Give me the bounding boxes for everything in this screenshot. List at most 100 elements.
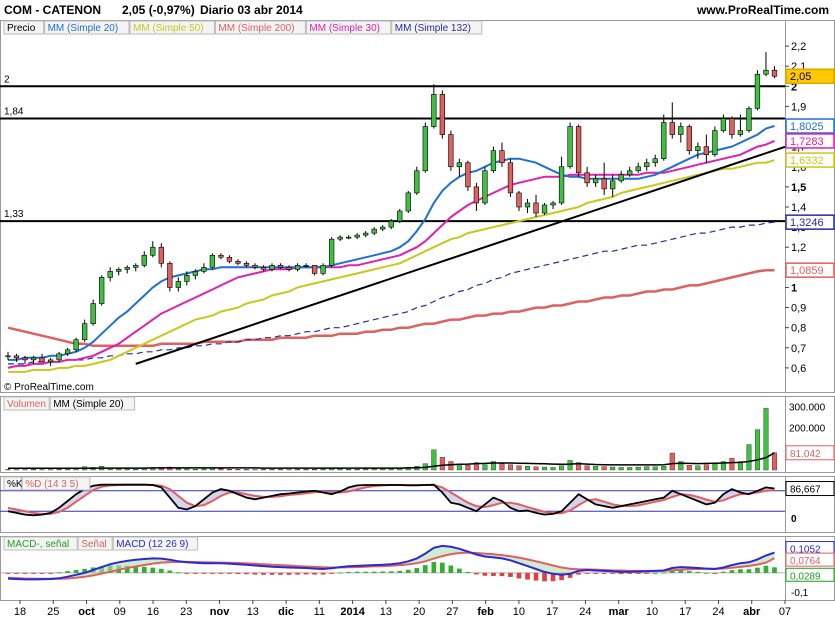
macd-histogram-bar xyxy=(329,572,334,574)
candle-body xyxy=(388,220,394,228)
price-axis-label: 1,2 xyxy=(791,242,806,254)
candle-body xyxy=(56,353,62,361)
macd-histogram-bar xyxy=(141,566,147,573)
price-axis-label: 1,5 xyxy=(791,182,806,194)
candle-body xyxy=(490,150,497,172)
candle-body xyxy=(209,254,216,268)
candle-body xyxy=(39,357,45,363)
candle-body xyxy=(30,357,37,361)
volume-bar xyxy=(601,466,607,471)
candle-body xyxy=(686,126,692,151)
candle-body xyxy=(541,204,548,214)
macd-histogram-bar xyxy=(448,565,454,573)
volume-bar xyxy=(669,452,675,471)
macd-histogram-bar xyxy=(644,572,650,574)
candle-body xyxy=(64,349,71,355)
candle-body xyxy=(746,108,752,131)
volume-bar xyxy=(754,429,760,471)
x-axis-label: 27 xyxy=(446,606,458,618)
volume-bar xyxy=(448,461,454,471)
volume-bar xyxy=(542,466,548,471)
x-axis-label: feb xyxy=(477,606,494,618)
x-axis-label: mar xyxy=(609,606,630,618)
volume-bar xyxy=(243,469,249,471)
candle-body xyxy=(218,254,224,258)
x-axis-label: oct xyxy=(78,606,95,618)
volume-value-label: 81.042 xyxy=(790,449,821,460)
x-axis-label: 10 xyxy=(513,606,525,618)
candle-body xyxy=(124,267,130,270)
candle-body xyxy=(150,246,156,256)
macd-histogram-bar xyxy=(150,567,156,573)
macd-histogram-bar xyxy=(431,562,437,573)
candle-body xyxy=(320,265,326,274)
candle-body xyxy=(712,130,718,155)
indicator-tab-label: MM (Simple 30) xyxy=(309,23,380,34)
candle-body xyxy=(703,146,709,155)
x-axis-label: 23 xyxy=(180,606,192,618)
x-axis-label: nov xyxy=(210,606,230,618)
macd-histogram-bar xyxy=(73,569,79,573)
candle-body xyxy=(73,339,79,351)
volume-bar xyxy=(746,444,752,471)
indicator-tab-label: Precio xyxy=(7,23,36,34)
volume-bar xyxy=(644,466,650,471)
macd-histogram-bar xyxy=(618,572,624,575)
macd-histogram-bar xyxy=(337,572,343,574)
x-axis-label: 13 xyxy=(380,606,392,618)
price-axis-label: 1,9 xyxy=(791,101,806,113)
volume-bar xyxy=(516,465,522,471)
macd-histogram-bar xyxy=(533,572,539,581)
x-axis-label: 13 xyxy=(247,606,259,618)
candle-body xyxy=(644,162,650,168)
candle-body xyxy=(652,158,658,164)
candle-body xyxy=(695,146,701,151)
copyright-notice: © ProRealTime.com xyxy=(4,382,94,393)
x-axis-label: 17 xyxy=(679,606,691,618)
candle-body xyxy=(252,265,258,268)
macd-histogram-bar xyxy=(465,571,471,573)
volume-bar xyxy=(354,468,360,471)
macd-histogram-bar xyxy=(499,572,505,577)
macd-histogram-bar xyxy=(269,572,275,575)
candle-body xyxy=(269,265,275,270)
value-label: 1,8025 xyxy=(790,121,824,133)
volume-bar xyxy=(661,466,667,471)
macd-histogram-bar xyxy=(31,572,36,574)
macd-histogram-bar xyxy=(346,571,352,573)
candle-body xyxy=(158,246,164,264)
macd-histogram-bar xyxy=(39,572,45,574)
volume-tab-label: Volumen xyxy=(7,399,46,410)
macd-histogram-bar xyxy=(422,565,428,573)
candle-body xyxy=(363,232,369,236)
candle-body xyxy=(524,202,531,208)
macd-histogram-bar xyxy=(712,572,718,574)
candle-body xyxy=(729,118,735,135)
macd-histogram-bar xyxy=(193,572,198,574)
macd-histogram-bar xyxy=(405,569,411,573)
volume-axis-label: 200.000 xyxy=(789,424,826,435)
macd-histogram-bar xyxy=(738,569,743,573)
candle-body xyxy=(763,69,769,75)
macd-histogram-bar xyxy=(704,572,709,574)
macd-histogram-bar xyxy=(763,565,769,573)
chart-canvas[interactable]: 2,22,121,91,81,71,61,51,41,31,21,110,90,… xyxy=(0,0,835,620)
x-axis-label: 20 xyxy=(413,606,425,618)
volume-bar xyxy=(525,466,530,471)
macd-histogram-bar xyxy=(729,570,735,573)
macd-histogram-bar xyxy=(627,572,633,574)
candle-body xyxy=(601,178,607,190)
volume-bar xyxy=(235,469,241,471)
volume-bar xyxy=(652,466,658,471)
value-label: 1,7283 xyxy=(790,136,824,148)
macd-histogram-bar xyxy=(439,562,445,573)
candle-body xyxy=(618,174,624,182)
volume-bar xyxy=(312,468,318,471)
macd-histogram-bar xyxy=(320,572,326,575)
volume-bar xyxy=(686,465,692,471)
horizontal-level-label: 2 xyxy=(4,74,10,85)
horizontal-level-label: 1,33 xyxy=(4,209,24,220)
candle-body xyxy=(507,162,514,194)
volume-axis-label: 300.000 xyxy=(789,402,826,413)
macd-histogram-bar xyxy=(5,572,11,574)
